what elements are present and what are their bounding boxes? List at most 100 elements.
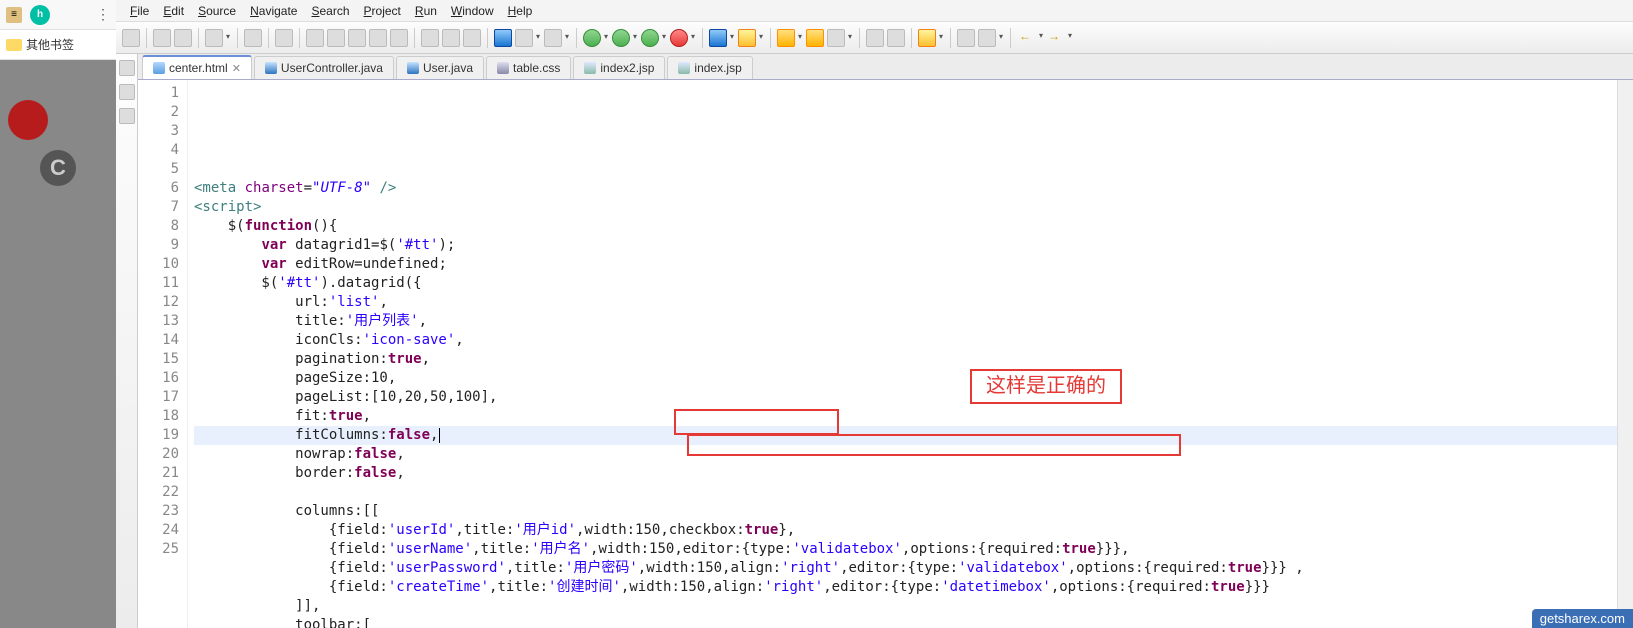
avatar[interactable]: h bbox=[30, 5, 50, 25]
skip-button[interactable] bbox=[306, 29, 324, 47]
toggle-button[interactable] bbox=[244, 29, 262, 47]
code-line-23[interactable]: ]], bbox=[194, 597, 1617, 616]
stop-button[interactable] bbox=[369, 29, 387, 47]
code-line-20[interactable]: {field:'userName',title:'用户名',width:150,… bbox=[194, 540, 1617, 559]
tab-label: User.java bbox=[423, 61, 473, 75]
code-line-12[interactable]: pageList:[10,20,50,100], bbox=[194, 388, 1617, 407]
terminate-relaunch-button[interactable] bbox=[670, 29, 688, 47]
code-line-18[interactable]: columns:[[ bbox=[194, 502, 1617, 521]
editor-main-row: center.html ✕ UserController.java User.java… bbox=[116, 54, 1633, 628]
code-line-10[interactable]: pagination:true, bbox=[194, 350, 1617, 369]
code-line-1[interactable]: <meta charset="UTF-8" /> bbox=[194, 179, 1617, 198]
code-line-5[interactable]: var editRow=undefined; bbox=[194, 255, 1617, 274]
open-type-button[interactable] bbox=[494, 29, 512, 47]
main-toolbar bbox=[116, 22, 1633, 54]
close-icon[interactable]: ✕ bbox=[232, 62, 241, 75]
tab-table-css[interactable]: table.css bbox=[486, 56, 571, 79]
menu-search[interactable]: Search bbox=[305, 2, 355, 20]
step-over-button[interactable] bbox=[442, 29, 460, 47]
code-editor[interactable]: 1234567891011121314151617181920212223242… bbox=[138, 80, 1633, 628]
gutter-outline-icon[interactable] bbox=[119, 84, 135, 100]
code-line-24[interactable]: toolbar:[ bbox=[194, 616, 1617, 628]
tab-label: center.html bbox=[169, 61, 228, 75]
folder-icon bbox=[6, 39, 22, 51]
menu-project[interactable]: Project bbox=[358, 2, 407, 20]
step-into-button[interactable] bbox=[421, 29, 439, 47]
code-line-3[interactable]: $(function(){ bbox=[194, 217, 1617, 236]
bookmark-label[interactable]: 其他书签 bbox=[26, 36, 74, 53]
gutter-projects-icon[interactable] bbox=[119, 60, 135, 76]
code-line-16[interactable]: border:false, bbox=[194, 464, 1617, 483]
pause-button[interactable] bbox=[348, 29, 366, 47]
tab-label: UserController.java bbox=[281, 61, 383, 75]
file-jsp-icon bbox=[678, 62, 690, 74]
disconnect-button[interactable] bbox=[390, 29, 408, 47]
open-folder-button[interactable] bbox=[806, 29, 824, 47]
open-project-button[interactable] bbox=[777, 29, 795, 47]
red-circle-icon[interactable] bbox=[8, 100, 48, 140]
debug-button[interactable] bbox=[583, 29, 601, 47]
menu-edit[interactable]: Edit bbox=[157, 2, 190, 20]
select-ws-button[interactable] bbox=[515, 29, 533, 47]
gutter-snippets-icon[interactable] bbox=[119, 108, 135, 124]
watermark: getsharex.com bbox=[1532, 609, 1633, 628]
cursor-button[interactable] bbox=[275, 29, 293, 47]
code-line-4[interactable]: var datagrid1=$('#tt'); bbox=[194, 236, 1617, 255]
menu-source[interactable]: Source bbox=[192, 2, 242, 20]
step-return-button[interactable] bbox=[463, 29, 481, 47]
browser-lower-panel: C bbox=[0, 60, 116, 628]
refresh-button[interactable] bbox=[957, 29, 975, 47]
tab-label: index.jsp bbox=[694, 61, 741, 75]
run-button[interactable] bbox=[612, 29, 630, 47]
coverage-button[interactable] bbox=[641, 29, 659, 47]
code-line-13[interactable]: fit:true, bbox=[194, 407, 1617, 426]
link-button[interactable] bbox=[978, 29, 996, 47]
build-button[interactable] bbox=[205, 29, 223, 47]
nav-back-button[interactable] bbox=[1017, 29, 1035, 47]
code-line-22[interactable]: {field:'createTime',title:'创建时间',width:1… bbox=[194, 578, 1617, 597]
tab-index2-jsp[interactable]: index2.jsp bbox=[573, 56, 665, 79]
menu-file[interactable]: File bbox=[124, 2, 155, 20]
annotation-button[interactable] bbox=[918, 29, 936, 47]
file-css-icon bbox=[497, 62, 509, 74]
vertical-scrollbar[interactable] bbox=[1617, 80, 1633, 628]
grey-circle-icon[interactable]: C bbox=[40, 150, 76, 186]
menu-window[interactable]: Window bbox=[445, 2, 500, 20]
nav-forward-button[interactable] bbox=[1046, 29, 1064, 47]
code-line-8[interactable]: title:'用户列表', bbox=[194, 312, 1617, 331]
code-line-11[interactable]: pageSize:10, bbox=[194, 369, 1617, 388]
code-line-6[interactable]: $('#tt').datagrid({ bbox=[194, 274, 1617, 293]
new-button[interactable] bbox=[122, 29, 140, 47]
code-line-15[interactable]: nowrap:false, bbox=[194, 445, 1617, 464]
code-line-17[interactable] bbox=[194, 483, 1617, 502]
tab-index-jsp[interactable]: index.jsp bbox=[667, 56, 752, 79]
save-all-button[interactable] bbox=[174, 29, 192, 47]
tab-center-html[interactable]: center.html ✕ bbox=[142, 55, 252, 79]
code-line-19[interactable]: {field:'userId',title:'用户id',width:150,c… bbox=[194, 521, 1617, 540]
code-line-7[interactable]: url:'list', bbox=[194, 293, 1617, 312]
browser-menu-icon[interactable]: ⋮ bbox=[96, 6, 110, 23]
resume-button[interactable] bbox=[327, 29, 345, 47]
menu-help[interactable]: Help bbox=[502, 2, 539, 20]
new-wizard-button[interactable] bbox=[544, 29, 562, 47]
tab-label: index2.jsp bbox=[600, 61, 654, 75]
code-content[interactable]: 这样是正确的 <meta charset="UTF-8" /><script> … bbox=[188, 80, 1617, 628]
run-external-button[interactable] bbox=[709, 29, 727, 47]
code-line-2[interactable]: <script> bbox=[194, 198, 1617, 217]
code-line-21[interactable]: {field:'userPassword',title:'用户密码',width… bbox=[194, 559, 1617, 578]
code-line-9[interactable]: iconCls:'icon-save', bbox=[194, 331, 1617, 350]
new-java-button[interactable] bbox=[738, 29, 756, 47]
save-button[interactable] bbox=[153, 29, 171, 47]
menu-run[interactable]: Run bbox=[409, 2, 443, 20]
code-line-14[interactable]: fitColumns:false, bbox=[194, 426, 1617, 445]
extension-icon[interactable]: ≡ bbox=[6, 7, 22, 23]
tasks-button[interactable] bbox=[887, 29, 905, 47]
file-java-icon bbox=[265, 62, 277, 74]
editor-area: center.html ✕ UserController.java User.java… bbox=[138, 54, 1633, 628]
file-jsp-icon bbox=[584, 62, 596, 74]
menu-navigate[interactable]: Navigate bbox=[244, 2, 303, 20]
pin-button[interactable] bbox=[866, 29, 884, 47]
tab-UserController-java[interactable]: UserController.java bbox=[254, 56, 394, 79]
tab-User-java[interactable]: User.java bbox=[396, 56, 484, 79]
search-button[interactable] bbox=[827, 29, 845, 47]
